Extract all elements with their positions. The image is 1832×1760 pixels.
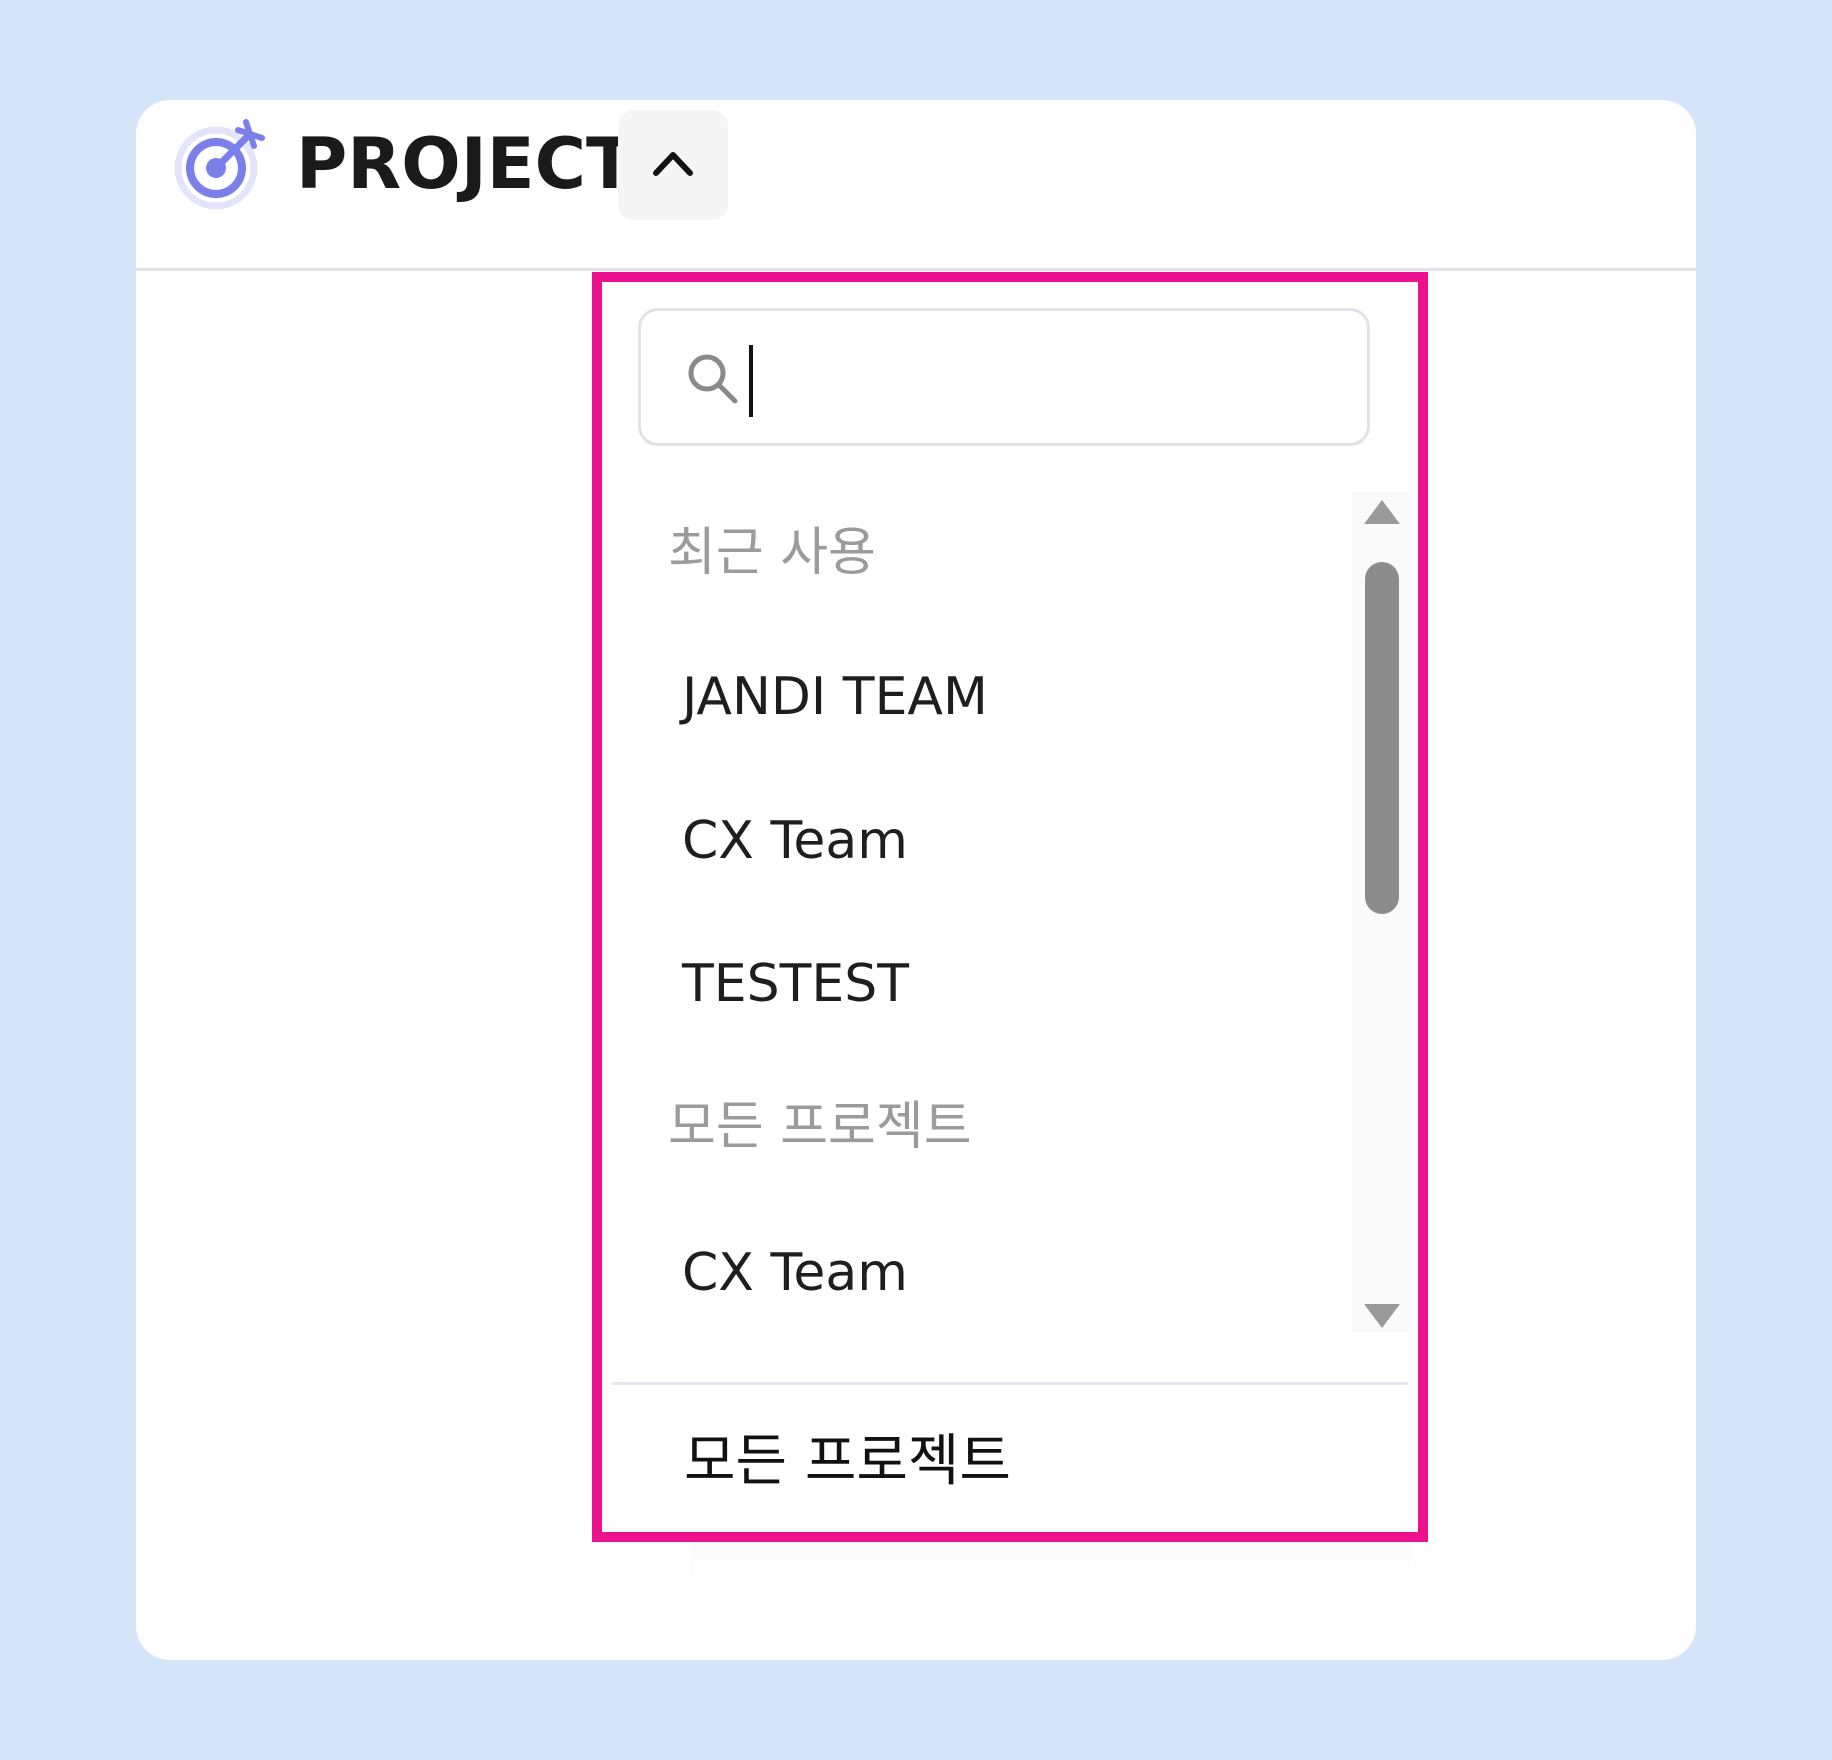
scrollbar[interactable] [1352, 492, 1410, 1332]
project-dropdown: 최근 사용 JANDI TEAM CX Team TESTEST 모든 프로젝트… [592, 272, 1428, 1542]
search-box[interactable] [638, 308, 1370, 446]
section-header-recent: 최근 사용 [668, 523, 876, 583]
project-dropdown-body: 최근 사용 JANDI TEAM CX Team TESTEST 모든 프로젝트… [602, 282, 1418, 1532]
project-header: PROJECT [136, 100, 1696, 271]
chevron-up-icon [653, 152, 693, 176]
section-header-all-projects: 모든 프로젝트 [668, 1097, 972, 1157]
scroll-up-arrow-icon[interactable] [1364, 500, 1400, 524]
list-item-testest[interactable]: TESTEST [682, 949, 909, 1019]
list-item-jandi-team[interactable]: JANDI TEAM [682, 662, 988, 732]
scroll-thumb[interactable] [1365, 562, 1399, 914]
list-item-cx-team-all[interactable]: CX Team [682, 1238, 908, 1308]
search-input[interactable] [751, 341, 1331, 417]
collapse-toggle-button[interactable] [618, 110, 728, 220]
page-title: PROJECT [296, 123, 634, 205]
target-dart-icon [174, 119, 265, 210]
footer-divider [612, 1382, 1408, 1385]
list-item-cx-team[interactable]: CX Team [682, 806, 908, 876]
project-list: 최근 사용 JANDI TEAM CX Team TESTEST 모든 프로젝트… [602, 482, 1347, 1382]
scroll-down-arrow-icon[interactable] [1364, 1304, 1400, 1328]
search-icon [688, 354, 738, 404]
all-projects-link[interactable]: 모든 프로젝트 [684, 1422, 1011, 1502]
text-caret [749, 345, 753, 417]
